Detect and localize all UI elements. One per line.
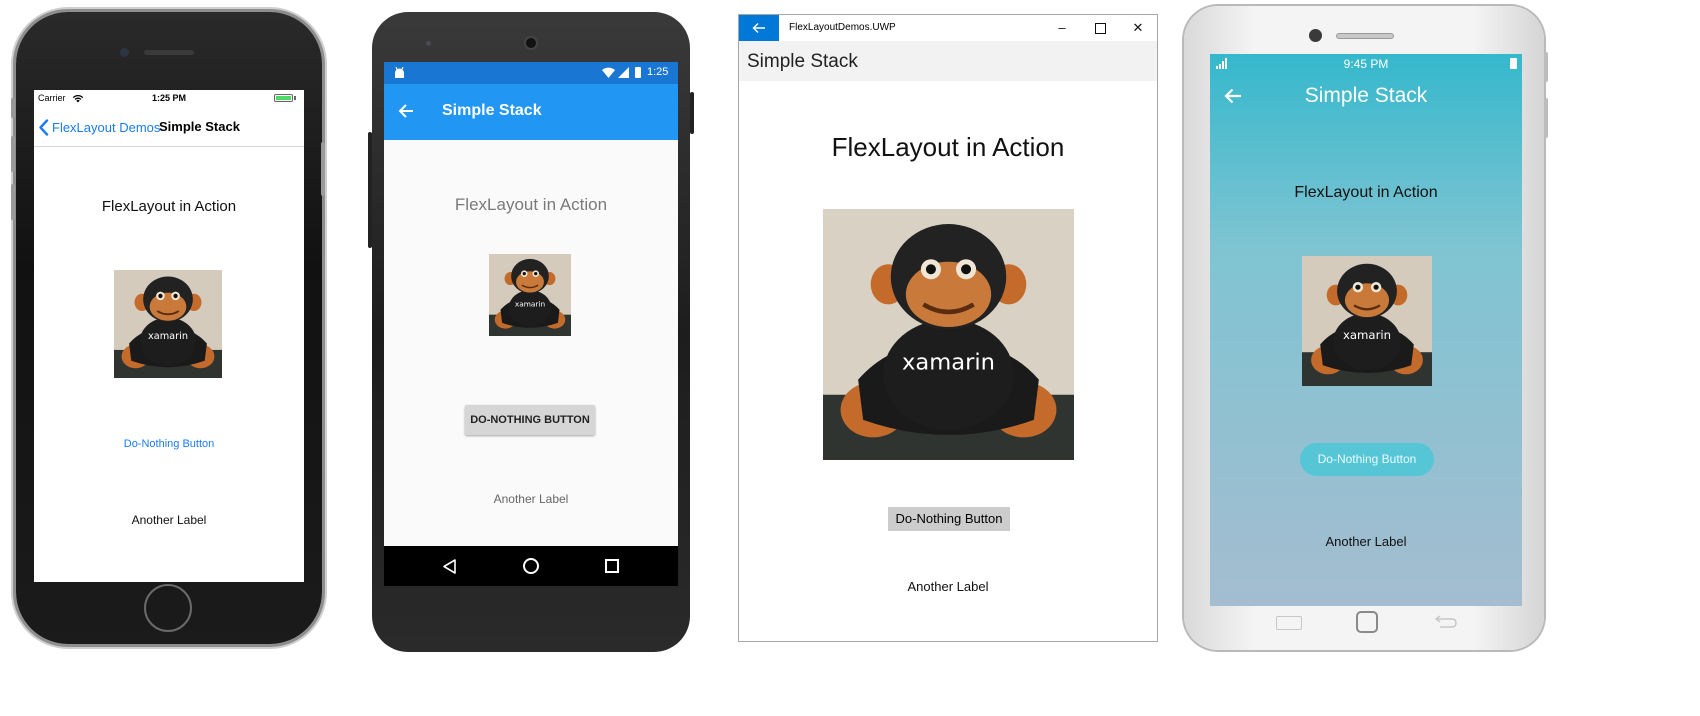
- volume-up-button: [11, 136, 15, 172]
- front-camera: [524, 36, 538, 50]
- monkey-image: xamarin: [823, 209, 1074, 460]
- battery-icon: [1510, 58, 1517, 69]
- clock: 1:25 PM: [151, 93, 186, 103]
- monkey-image: xamarin: [114, 270, 222, 378]
- power-button: [321, 142, 325, 196]
- heading-label: FlexLayout in Action: [101, 198, 237, 215]
- android-screen: 1:25 Simple Stack FlexLayout in Action x…: [384, 62, 678, 546]
- battery-icon: [635, 67, 641, 78]
- page-title: Simple Stack: [747, 51, 858, 72]
- home-key-icon[interactable]: [1356, 611, 1378, 633]
- window-title: FlexLayoutDemos.UWP: [789, 22, 896, 33]
- maximize-icon[interactable]: [1081, 15, 1119, 41]
- mute-switch: [11, 98, 15, 118]
- uwp-window: FlexLayoutDemos.UWP – ✕ Simple Stack Fle…: [738, 14, 1158, 642]
- volume-rocker: [368, 132, 372, 248]
- back-arrow-icon[interactable]: [398, 103, 414, 119]
- back-button[interactable]: FlexLayout Demos: [38, 117, 160, 137]
- chevron-left-icon: [39, 118, 49, 136]
- nav-home-icon[interactable]: [523, 558, 539, 574]
- do-nothing-button[interactable]: Do-Nothing Button: [1300, 443, 1434, 476]
- another-label: Another Label: [131, 513, 207, 527]
- side-button: [1544, 52, 1548, 82]
- monkey-illustration: xamarin: [114, 270, 222, 378]
- side-button: [1544, 98, 1548, 138]
- home-button[interactable]: [144, 584, 192, 632]
- do-nothing-button[interactable]: DO-NOTHING BUTTON: [465, 405, 595, 435]
- another-label: Another Label: [1325, 534, 1407, 549]
- speaker-grille: [1336, 33, 1394, 39]
- signal-icon: [618, 67, 629, 78]
- android-device: 1:25 Simple Stack FlexLayout in Action x…: [368, 12, 694, 652]
- page-title: Simple Stack: [1304, 84, 1428, 107]
- samsung-device: 9:45 PM Simple Stack FlexLayout in Actio…: [1184, 6, 1548, 650]
- heading-label: FlexLayout in Action: [1294, 184, 1438, 201]
- android-debug-icon: [395, 67, 404, 78]
- samsung-screen: 9:45 PM Simple Stack FlexLayout in Actio…: [1210, 54, 1522, 606]
- page-header: Simple Stack: [739, 41, 1157, 81]
- svg-text:xamarin: xamarin: [148, 331, 188, 342]
- battery-icon: [274, 94, 293, 102]
- menu-key-icon[interactable]: [1276, 616, 1302, 630]
- clock: 1:25: [647, 66, 669, 78]
- monkey-image: xamarin: [1302, 256, 1432, 386]
- iphone-screen: Carrier 1:25 PM FlexLayout Demos Simple …: [34, 90, 304, 582]
- svg-text:xamarin: xamarin: [902, 350, 995, 376]
- nav-recents-icon[interactable]: [605, 559, 619, 573]
- another-label: Another Label: [493, 492, 569, 506]
- heading-label: FlexLayout in Action: [454, 195, 608, 214]
- heading-label: FlexLayout in Action: [831, 132, 1065, 162]
- speaker-grille: [144, 50, 194, 55]
- do-nothing-button[interactable]: Do-Nothing Button: [34, 438, 304, 450]
- do-nothing-button[interactable]: Do-Nothing Button: [888, 507, 1010, 531]
- front-camera: [120, 48, 129, 57]
- navigation-bar: [384, 546, 678, 586]
- back-arrow-icon: [752, 23, 765, 33]
- monkey-image: xamarin: [489, 254, 571, 336]
- monkey-illustration: xamarin: [489, 254, 571, 336]
- iphone-device: Carrier 1:25 PM FlexLayout Demos Simple …: [11, 12, 325, 644]
- front-camera: [1309, 29, 1322, 42]
- nav-back-icon[interactable]: [442, 559, 456, 574]
- volume-down-button: [11, 184, 15, 220]
- page-title: Simple Stack: [442, 102, 542, 119]
- status-bar: Carrier 1:25 PM: [34, 90, 304, 108]
- power-button: [690, 92, 694, 134]
- monkey-illustration: xamarin: [823, 209, 1074, 460]
- sensor: [426, 41, 431, 46]
- svg-text:xamarin: xamarin: [515, 299, 546, 308]
- wifi-icon: [602, 67, 615, 78]
- back-key-icon[interactable]: [1432, 615, 1458, 631]
- back-button[interactable]: [739, 15, 779, 41]
- close-icon[interactable]: ✕: [1119, 15, 1157, 41]
- back-button-label: FlexLayout Demos: [52, 119, 161, 135]
- page-title: Simple Stack: [159, 119, 240, 134]
- clock: 9:45 PM: [1343, 57, 1389, 71]
- svg-text:xamarin: xamarin: [1343, 328, 1391, 342]
- navigation-bar: FlexLayout Demos Simple Stack: [34, 108, 304, 147]
- minimize-icon[interactable]: –: [1043, 15, 1081, 41]
- monkey-illustration: xamarin: [1302, 256, 1432, 386]
- another-label: Another Label: [907, 579, 989, 594]
- toolbar: Simple Stack: [384, 84, 678, 140]
- title-bar: FlexLayoutDemos.UWP – ✕: [739, 15, 1157, 41]
- status-bar: 1:25: [384, 62, 678, 84]
